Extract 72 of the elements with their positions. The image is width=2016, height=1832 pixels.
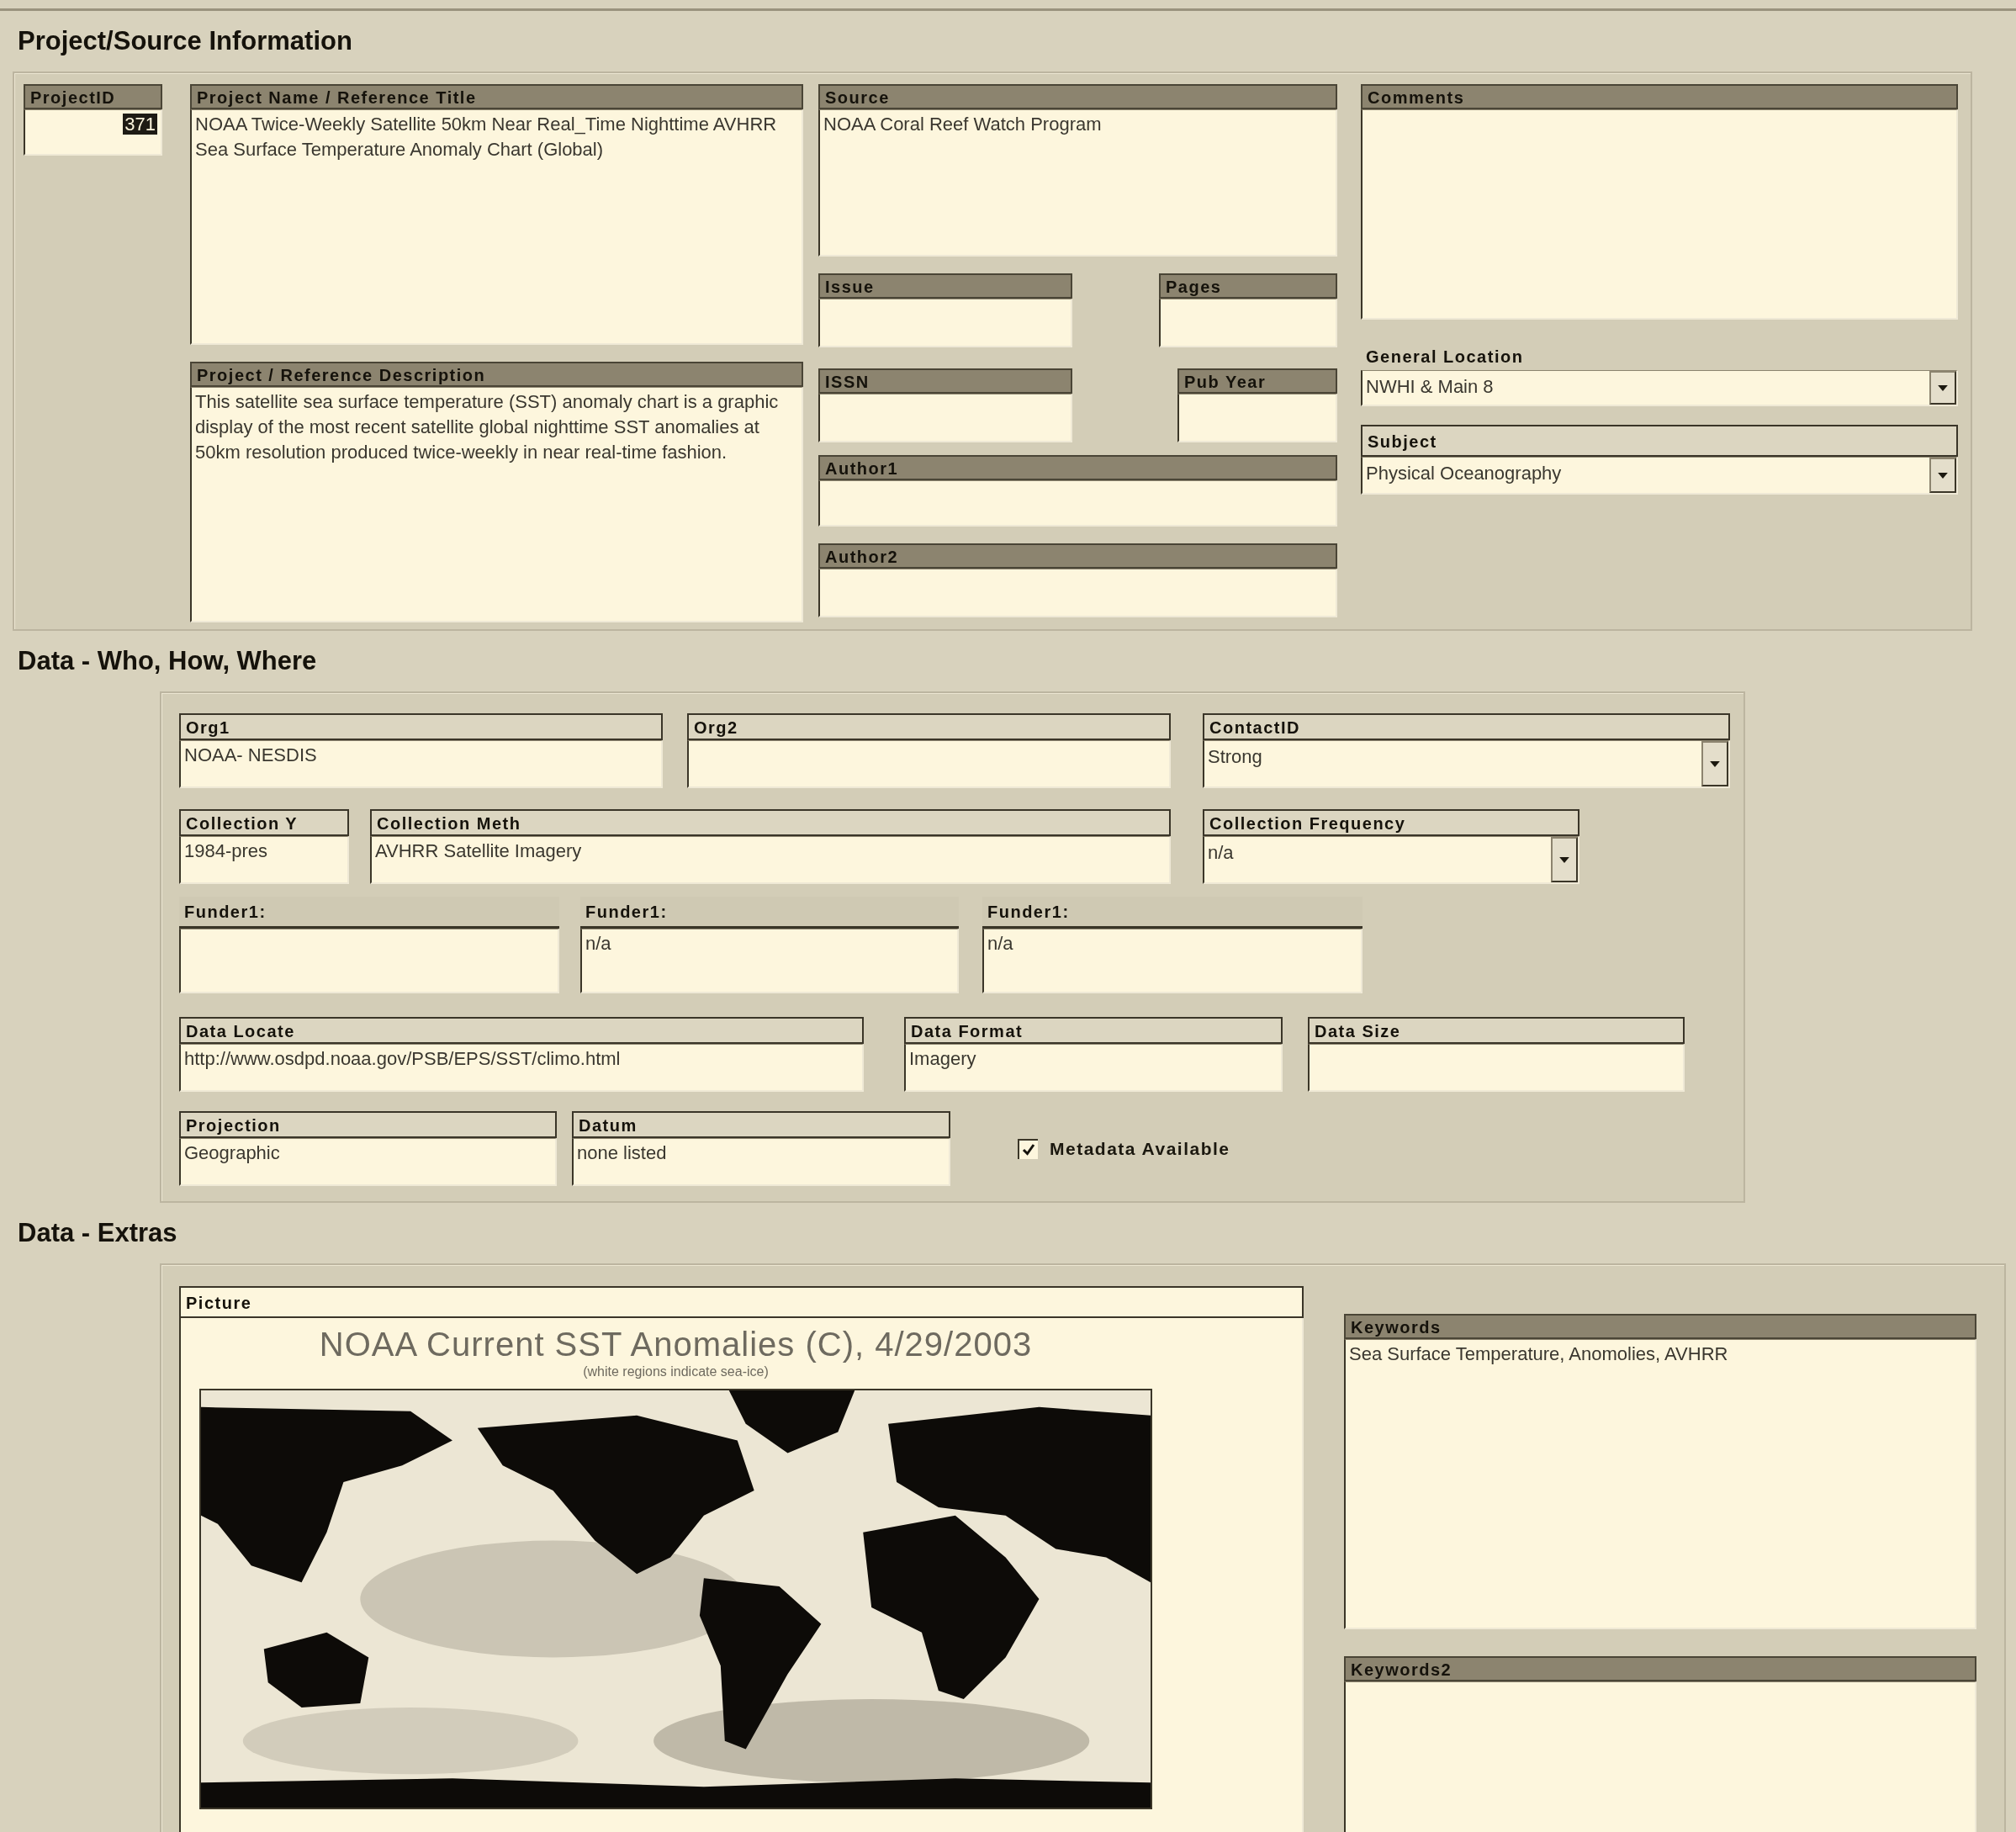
text-field[interactable] [1159,299,1337,347]
field-label: Collection Frequency [1203,809,1579,836]
field-label: Project Name / Reference Title [190,84,803,109]
field-label: ISSN [818,368,1072,394]
checkbox-label: Metadata Available [1050,1138,1230,1159]
field-label: Comments [1361,84,1958,109]
text-field[interactable]: Geographic [179,1138,557,1186]
field-label: Author1 [818,455,1337,480]
field-label: Projection [179,1111,557,1138]
section-title: Project/Source Information [17,25,353,57]
field-label: Collection Meth [370,809,1171,836]
text-area[interactable]: Sea Surface Temperature, Anomolies, AVHRR [1344,1339,1976,1629]
field-label: Keywords [1344,1314,1976,1339]
field-label: General Location [1365,347,1525,368]
section-title: Data - Extras [17,1217,178,1249]
picture-title: NOAA Current SST Anomalies (C), 4/29/2003 [318,1325,1034,1363]
text-field[interactable]: none listed [572,1138,950,1186]
section-title: Data - Who, How, Where [17,645,318,677]
text-field[interactable]: Imagery [904,1044,1283,1092]
field-label: Project / Reference Description [190,362,803,387]
text-field[interactable]: NOAA- NESDIS [179,740,663,788]
field-label: Data Format [904,1017,1283,1044]
text-field[interactable] [687,740,1171,788]
field-label: Funder1: [580,897,959,929]
text-field[interactable]: http://www.osdpd.noaa.gov/PSB/EPS/SST/climo.html [179,1044,864,1092]
text-area[interactable]: NOAA Twice-Weekly Satellite 50km Near Real_Time Nighttime AVHRR Sea Surface Temperature Anomaly Chart (Global) [190,109,803,345]
text-field[interactable] [1308,1044,1685,1092]
field-label: Collection Y [179,809,349,836]
text-area[interactable]: NOAA Coral Reef Watch Program [818,109,1337,257]
field-label: Author2 [818,543,1337,569]
field-label: Pub Year [1177,368,1337,394]
caret-icon [1938,384,1948,391]
field-label: Funder1: [982,897,1363,929]
text-field[interactable]: 1984-pres [179,836,349,884]
caret-icon [1710,760,1720,767]
dropdown-field[interactable]: NWHI & Main 8 [1361,370,1958,406]
field-label: Org2 [687,713,1171,740]
field-label: ProjectID [24,84,162,109]
checkmark-icon [1021,1141,1036,1157]
text-field[interactable]: 371 [24,109,162,156]
dropdown-button[interactable] [1551,837,1578,882]
text-area[interactable]: This satellite sea surface temperature (SST) anomaly chart is a graphic display of the most recent satellite global nighttime SST anomalies at 50km resolution produced twice-weekly in near real-time fashion. [190,387,803,622]
text-field[interactable] [818,299,1072,347]
text-field[interactable]: AVHRR Satellite Imagery [370,836,1171,884]
text-area[interactable]: n/a [580,929,959,993]
text-field[interactable] [1177,394,1337,442]
field-label: Funder1: [179,897,559,929]
text-field[interactable] [818,394,1072,442]
picture-subtitle: (white regions indicate sea-ice) [582,1363,770,1380]
field-label: Data Size [1308,1017,1685,1044]
dropdown-field[interactable]: Physical Oceanography [1361,457,1958,495]
field-label: Pages [1159,273,1337,299]
dropdown-field[interactable]: n/a [1203,836,1579,884]
field-label: Picture [179,1286,1304,1318]
text-area[interactable]: n/a [982,929,1363,993]
field-label: Datum [572,1111,950,1138]
field-label: Subject [1361,425,1958,457]
text-field[interactable] [818,569,1337,617]
field-label: Org1 [179,713,663,740]
field-label: Keywords2 [1344,1656,1976,1681]
text-field[interactable] [818,480,1337,527]
field-label: Source [818,84,1337,109]
dropdown-button[interactable] [1929,371,1956,405]
field-label: Issue [818,273,1072,299]
field-label: ContactID [1203,713,1730,740]
dropdown-field[interactable]: Strong [1203,740,1730,788]
caret-icon [1938,472,1948,479]
dropdown-button[interactable] [1929,458,1956,493]
caret-icon [1559,856,1569,863]
field-label: Data Locate [179,1017,864,1044]
checkbox[interactable] [1018,1138,1038,1159]
dropdown-button[interactable] [1701,741,1728,786]
